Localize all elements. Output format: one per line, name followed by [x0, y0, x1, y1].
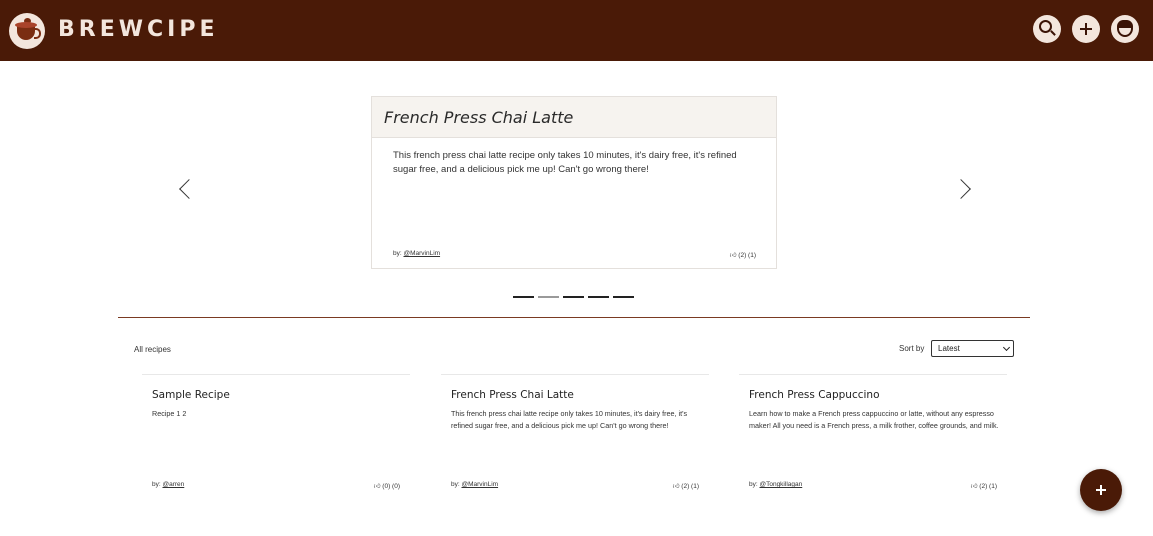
chevron-down-icon	[1002, 343, 1011, 352]
vote-counts[interactable]: 👍︎ (0) (0)	[374, 482, 400, 490]
carousel-indicator-1[interactable]	[513, 296, 534, 298]
section-label: All recipes	[134, 345, 171, 354]
recipe-title[interactable]: Sample Recipe	[152, 389, 230, 401]
thumbs-icon: 👍︎	[970, 483, 978, 490]
carousel-next-button[interactable]	[951, 179, 971, 199]
carousel-indicator-5[interactable]	[613, 296, 634, 298]
author-line: by: @MarvinLim	[451, 481, 498, 488]
recipe-title[interactable]: French Press Cappuccino	[749, 389, 880, 401]
carousel-indicator-4[interactable]	[588, 296, 609, 298]
recipe-description: Learn how to make a French press cappucc…	[749, 409, 999, 430]
recipe-card[interactable]: French Press Cappuccino Learn how to mak…	[739, 374, 1007, 496]
recipe-description: This french press chai latte recipe only…	[451, 409, 688, 430]
coffee-cup-icon[interactable]	[9, 13, 45, 49]
section-divider	[118, 317, 1030, 318]
author-link[interactable]: @MarvinLim	[461, 481, 498, 488]
by-label: by:	[393, 250, 402, 257]
recipe-card[interactable]: Sample Recipe Recipe 1 2 by: @arren 👍︎ (…	[142, 374, 410, 496]
sort-value: Latest	[938, 344, 960, 353]
thumbs-icon: 👍︎	[729, 252, 737, 259]
by-label: by:	[749, 481, 758, 488]
author-link[interactable]: @arren	[162, 481, 184, 488]
author-link[interactable]: @Tongkillagan	[759, 481, 802, 488]
carousel-indicator-2[interactable]	[538, 296, 559, 298]
author-link[interactable]: @MarvinLim	[403, 250, 440, 257]
vote-counts[interactable]: 👍︎ (2) (1)	[971, 482, 997, 490]
vote-counts[interactable]: 👍︎ (2) (1)	[673, 482, 699, 490]
profile-button[interactable]	[1111, 15, 1139, 43]
thumbs-icon: 👍︎	[373, 483, 381, 490]
recipe-card[interactable]: French Press Chai Latte This french pres…	[441, 374, 709, 496]
recipe-title[interactable]: French Press Chai Latte	[451, 389, 574, 401]
add-recipe-button[interactable]	[1072, 15, 1100, 43]
featured-recipe-title[interactable]: French Press Chai Latte	[384, 108, 764, 127]
top-navbar: BREWCIPE	[0, 0, 1153, 61]
featured-author-line: by: @MarvinLim	[393, 250, 440, 257]
author-line: by: @arren	[152, 481, 184, 488]
vote-counts[interactable]: 👍︎ (2) (1)	[730, 251, 756, 259]
thumbs-icon: 👍︎	[672, 483, 680, 490]
sort-label: Sort by	[899, 344, 925, 353]
sort-dropdown[interactable]: Latest	[931, 340, 1014, 357]
featured-recipe-card[interactable]: French Press Chai Latte This french pres…	[371, 96, 777, 269]
featured-card-header: French Press Chai Latte	[372, 97, 776, 138]
by-label: by:	[451, 481, 460, 488]
vote-count-text: (2) (1)	[979, 483, 997, 490]
vote-count-text: (2) (1)	[681, 483, 699, 490]
author-line: by: @Tongkillagan	[749, 481, 802, 488]
carousel-indicator-3[interactable]	[563, 296, 584, 298]
featured-recipe-description: This french press chai latte recipe only…	[393, 150, 737, 175]
recipe-description: Recipe 1 2	[152, 409, 187, 418]
by-label: by:	[152, 481, 161, 488]
vote-count-text: (0) (0)	[382, 483, 400, 490]
vote-count-text: (2) (1)	[738, 252, 756, 259]
search-button[interactable]	[1033, 15, 1061, 43]
floating-add-button[interactable]	[1080, 469, 1122, 511]
carousel-prev-button[interactable]	[179, 179, 199, 199]
brand-title[interactable]: BREWCIPE	[58, 17, 219, 42]
